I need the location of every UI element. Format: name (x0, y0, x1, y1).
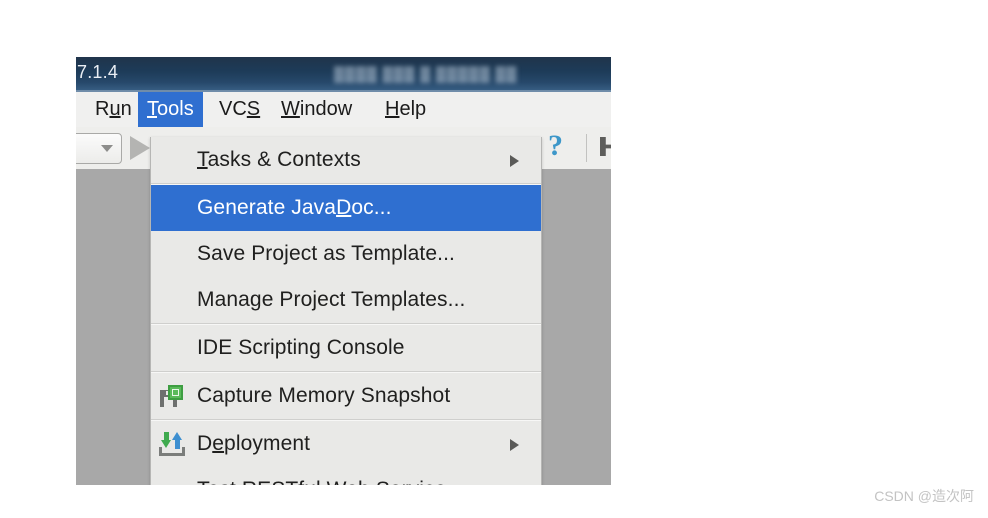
label-before: Generate Java (197, 196, 337, 219)
menu-vcs-mnemonic: S (246, 98, 261, 120)
menu-item-capture-memory-snapshot[interactable]: Capture Memory Snapshot (151, 373, 541, 419)
menu-item-save-project-as-template[interactable]: Save Project as Template... (151, 231, 541, 277)
ide-screenshot-crop: 7.1.4 ████ ███ █ █████ ██ Run Tools VCS … (76, 57, 611, 485)
menu-item-label-deployment: Deployment (197, 432, 310, 456)
label-mnemonic: D (336, 196, 352, 219)
menu-tools-mnemonic: T (147, 98, 157, 120)
menu-vcs-text-before: VC (219, 98, 247, 120)
menu-item-manage-project-templates[interactable]: Manage Project Templates... (151, 277, 541, 323)
menu-run-text-before: R (95, 98, 110, 120)
window-title-bar: 7.1.4 ████ ███ █ █████ ██ (76, 57, 611, 92)
menu-item-label-tasks-and-contexts: Tasks & Contexts (197, 148, 361, 172)
toolbar-separator (586, 134, 587, 162)
menu-window-mnemonic: W (281, 98, 300, 120)
menu-item-generate-javadoc[interactable]: Generate JavaDoc... (151, 185, 541, 231)
menu-item-label-capture-memory-snapshot: Capture Memory Snapshot (197, 384, 450, 408)
menu-item-icon-slot (151, 373, 197, 419)
label-after: ployment (224, 432, 311, 455)
menu-run-mnemonic: u (109, 98, 121, 120)
menu-item-label-save-project-as-template: Save Project as Template... (197, 242, 455, 266)
menu-item-icon-slot (151, 137, 197, 183)
label-before: Save Project as Template... (197, 242, 455, 265)
menu-item-icon-slot (151, 277, 197, 323)
menu-bar-item-tools[interactable]: Tools (138, 92, 203, 127)
menu-item-test-restful-web-service[interactable]: Test RESTful Web Service (151, 467, 541, 485)
label-before: Manage Project Templates... (197, 288, 466, 311)
menu-bar-item-run[interactable]: Run (86, 92, 141, 127)
window-version-label: 7.1.4 (77, 62, 119, 82)
menu-item-label-manage-project-templates: Manage Project Templates... (197, 288, 465, 312)
menu-run-text-after: n (120, 98, 132, 120)
help-icon[interactable]: ? (548, 129, 563, 163)
menu-help-text-after: elp (399, 98, 427, 120)
menu-item-icon-slot (151, 421, 197, 467)
run-button-icon[interactable] (130, 136, 150, 160)
menu-bar: Run Tools VCS Window Help (76, 92, 611, 128)
window-title-blurred: ████ ███ █ █████ ██ (334, 66, 518, 82)
label-after: oc... (351, 196, 392, 219)
label-before: D (197, 432, 213, 455)
label-mnemonic: e (212, 432, 225, 455)
chevron-down-icon (101, 145, 113, 152)
menu-item-icon-slot (151, 325, 197, 371)
menu-bar-item-window[interactable]: Window (272, 92, 361, 127)
csdn-watermark: CSDN @造次阿 (874, 488, 974, 504)
submenu-arrow-icon (510, 439, 519, 451)
menu-item-label-generate-javadoc: Generate JavaDoc... (197, 196, 392, 220)
memory-chip-core (172, 389, 179, 396)
menu-tools-text-after: ools (157, 98, 194, 120)
menu-help-mnemonic: H (385, 98, 400, 120)
tools-dropdown-menu: Tasks & Contexts Generate JavaDoc... Sav… (150, 137, 542, 485)
label-after: asks & Contexts (207, 148, 361, 171)
deployment-icon (159, 432, 185, 456)
menu-window-text-after: indow (299, 98, 353, 120)
label-before: Capture Memory Snapshot (197, 384, 451, 407)
menu-item-deployment[interactable]: Deployment (151, 421, 541, 467)
bookmark-icon[interactable] (600, 137, 611, 156)
label-before: Test RESTful Web Service (197, 478, 446, 485)
menu-item-ide-scripting-console[interactable]: IDE Scripting Console (151, 325, 541, 371)
run-configuration-combo[interactable] (76, 133, 122, 164)
menu-item-icon-slot (151, 231, 197, 277)
menu-item-tasks-and-contexts[interactable]: Tasks & Contexts (151, 137, 541, 183)
editor-gutter (76, 199, 150, 485)
arrow-up-icon (172, 432, 183, 449)
menu-item-label-ide-scripting-console: IDE Scripting Console (197, 336, 405, 360)
menu-item-icon-slot (151, 467, 197, 485)
arrow-down-icon (161, 432, 171, 449)
label-before: IDE Scripting Console (197, 336, 405, 359)
label-mnemonic: T (197, 148, 208, 171)
submenu-arrow-icon (510, 155, 519, 167)
menu-item-icon-slot (151, 185, 197, 231)
menu-bar-item-help[interactable]: Help (376, 92, 435, 127)
memory-snapshot-icon (160, 385, 184, 408)
menu-item-label-test-restful-web-service: Test RESTful Web Service (197, 478, 446, 485)
menu-bar-item-vcs[interactable]: VCS (210, 92, 269, 127)
